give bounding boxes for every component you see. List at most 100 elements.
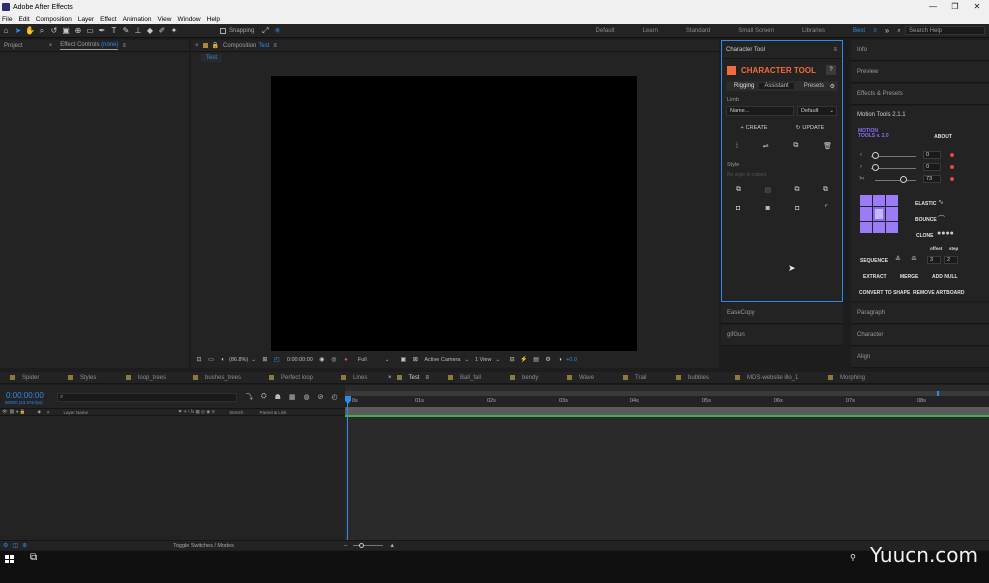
link-style-icon[interactable]: ◘ [736, 205, 740, 212]
trash-icon[interactable]: 🗑 [823, 142, 832, 150]
zoom-select[interactable]: (86.8%) [229, 357, 248, 363]
workspace-learn[interactable]: Learn [643, 28, 658, 34]
zoom-in-icon[interactable]: ▲ [389, 543, 395, 549]
show-snapshot-icon[interactable]: ◎ [329, 355, 339, 365]
anchor-bottom-center[interactable] [873, 222, 885, 233]
sequence-offset-input[interactable]: 3 [927, 256, 941, 264]
timeline-zoom-slider[interactable] [353, 543, 384, 548]
comp-tab[interactable]: bendy [510, 375, 538, 381]
easecopy-panel[interactable]: EaseCopy [721, 303, 843, 324]
close-button[interactable]: ✕ [966, 0, 988, 14]
views-select[interactable]: 1 View [475, 357, 491, 363]
workspace-default[interactable]: Default [596, 28, 615, 34]
comp-tab[interactable]: Styles [68, 375, 96, 381]
chart-icon[interactable]: ◴ [332, 393, 338, 401]
timeline-timecode[interactable]: 0:00:00:00 [6, 391, 44, 400]
modes-icon[interactable]: ◫ [12, 542, 18, 549]
minimize-button[interactable]: — [922, 0, 944, 14]
comp-tab-label[interactable]: Composition [223, 43, 256, 49]
comp-subtab-test[interactable]: Test [201, 54, 223, 62]
paste-style-icon[interactable]: ▤ [764, 186, 771, 194]
slider-3-handle[interactable] [900, 176, 907, 183]
snap-feature-icon[interactable]: ✳ [272, 26, 282, 36]
convert-to-shape-button[interactable]: CONVERT TO SHAPE [859, 290, 910, 296]
rotate-tool-icon[interactable]: ↺ [49, 26, 59, 36]
resolution-select[interactable]: Full [358, 357, 367, 363]
stairs-down-icon[interactable]: ≘ [911, 255, 917, 263]
comp-tab[interactable]: MDS-website illo_1 [735, 375, 798, 381]
menu-edit[interactable]: Edit [18, 16, 29, 23]
comp-timecode[interactable]: 0:00:00:00 [287, 357, 313, 363]
settings-gear-icon[interactable]: ⚙ [830, 83, 835, 90]
parent-link-column[interactable]: Parent & Link [259, 410, 286, 415]
hand-tool-icon[interactable]: ✋ [25, 26, 35, 36]
composition-viewer[interactable] [271, 76, 637, 351]
toggle-pixel-icon[interactable]: ⊟ [507, 355, 517, 365]
snap-option-icon[interactable]: ⤢ [260, 26, 270, 36]
effects-presets-panel[interactable]: Effects & Presets [851, 84, 989, 105]
limb-preset-select[interactable]: Default ⌄ [797, 106, 837, 116]
close-tab-icon[interactable]: × [388, 375, 392, 381]
slider-2-handle[interactable] [872, 164, 879, 171]
selection-tool-icon[interactable]: ➤ [13, 26, 23, 36]
workspace-small-screen[interactable]: Small Screen [738, 28, 774, 34]
layer-name-column[interactable]: Layer Name [63, 410, 88, 415]
limb-name-input[interactable]: Name... [726, 106, 794, 116]
tab-project[interactable]: Project [4, 43, 23, 49]
graph-editor-icon[interactable]: ⊘ [318, 393, 324, 401]
comp-tab[interactable]: Spider [10, 375, 39, 381]
slider-3-keyframe-icon[interactable] [950, 177, 954, 181]
comp-tab[interactable]: loop_trees [126, 375, 166, 381]
about-button[interactable]: ABOUT [927, 134, 959, 140]
comp-tab[interactable]: bubbles [676, 375, 709, 381]
slider-3-value[interactable]: 73 [923, 175, 941, 183]
frame-blend-icon[interactable]: ▦ [289, 393, 296, 401]
align-panel[interactable]: Align [851, 347, 989, 368]
roi-icon[interactable]: ▣ [398, 355, 408, 365]
fast-preview-icon[interactable]: ⚡ [519, 355, 529, 365]
exposure-value[interactable]: +0.0 [566, 357, 577, 363]
monitor-icon[interactable]: ▭ [206, 355, 216, 365]
extract-button[interactable]: EXTRACT [863, 274, 887, 280]
comp-tab[interactable]: Morphing [828, 375, 865, 381]
remove-artboard-button[interactable]: REMOVE ARTBOARD [913, 290, 964, 296]
roto-brush-icon[interactable]: ✐ [157, 26, 167, 36]
anchor-middle-right[interactable] [886, 206, 898, 222]
expand-icon[interactable]: » [882, 26, 892, 36]
search-help-input[interactable]: Search Help [905, 26, 985, 35]
snapshot-icon[interactable]: ◉ [317, 355, 327, 365]
time-ruler[interactable] [345, 396, 989, 407]
eraser-tool-icon[interactable]: ◆ [145, 26, 155, 36]
workspace-menu-icon[interactable]: ≡ [870, 26, 880, 36]
windows-start-icon[interactable] [5, 555, 14, 563]
clone-stamp-icon[interactable]: ⊥ [133, 26, 143, 36]
time-stretch-icon[interactable]: ⊕ [22, 542, 27, 549]
slider-1-keyframe-icon[interactable] [950, 153, 954, 157]
zoom-out-icon[interactable]: – [344, 543, 347, 549]
workspace-best[interactable]: Best [853, 28, 865, 34]
menu-effect[interactable]: Effect [100, 16, 117, 23]
anchor-middle-left[interactable] [860, 206, 872, 222]
toggle-switches-modes-button[interactable]: Toggle Switches / Modes [173, 543, 234, 549]
comp-tab[interactable]: Ball_fall [448, 375, 481, 381]
anchor-bottom-right[interactable] [886, 222, 898, 233]
work-area-end-handle[interactable] [937, 391, 939, 396]
zoom-tool-icon[interactable]: ⌕ [37, 26, 47, 36]
comp-tab-active[interactable]: × Test ≡ [388, 375, 429, 381]
paragraph-panel[interactable]: Paragraph [851, 303, 989, 324]
slider-2-keyframe-icon[interactable] [950, 165, 954, 169]
menu-file[interactable]: File [2, 16, 12, 23]
slider-1-value[interactable]: 0 [923, 151, 941, 159]
transparency-grid-icon[interactable]: ⊠ [410, 355, 420, 365]
update-button[interactable]: ↻ UPDATE [782, 125, 838, 131]
merge-button[interactable]: MERGE [900, 274, 918, 280]
maximize-button[interactable]: ❐ [944, 0, 966, 14]
zoom-slider-handle[interactable] [359, 543, 365, 548]
joint-icon[interactable]: ⁞ [736, 143, 738, 150]
rectangle-tool-icon[interactable]: ▭ [85, 26, 95, 36]
exposure-icon[interactable]: ◑ [555, 355, 565, 365]
menu-view[interactable]: View [158, 16, 172, 23]
menu-window[interactable]: Window [178, 16, 201, 23]
preview-panel[interactable]: Preview [851, 62, 989, 83]
panel-menu-icon[interactable]: ≡ [122, 43, 126, 49]
